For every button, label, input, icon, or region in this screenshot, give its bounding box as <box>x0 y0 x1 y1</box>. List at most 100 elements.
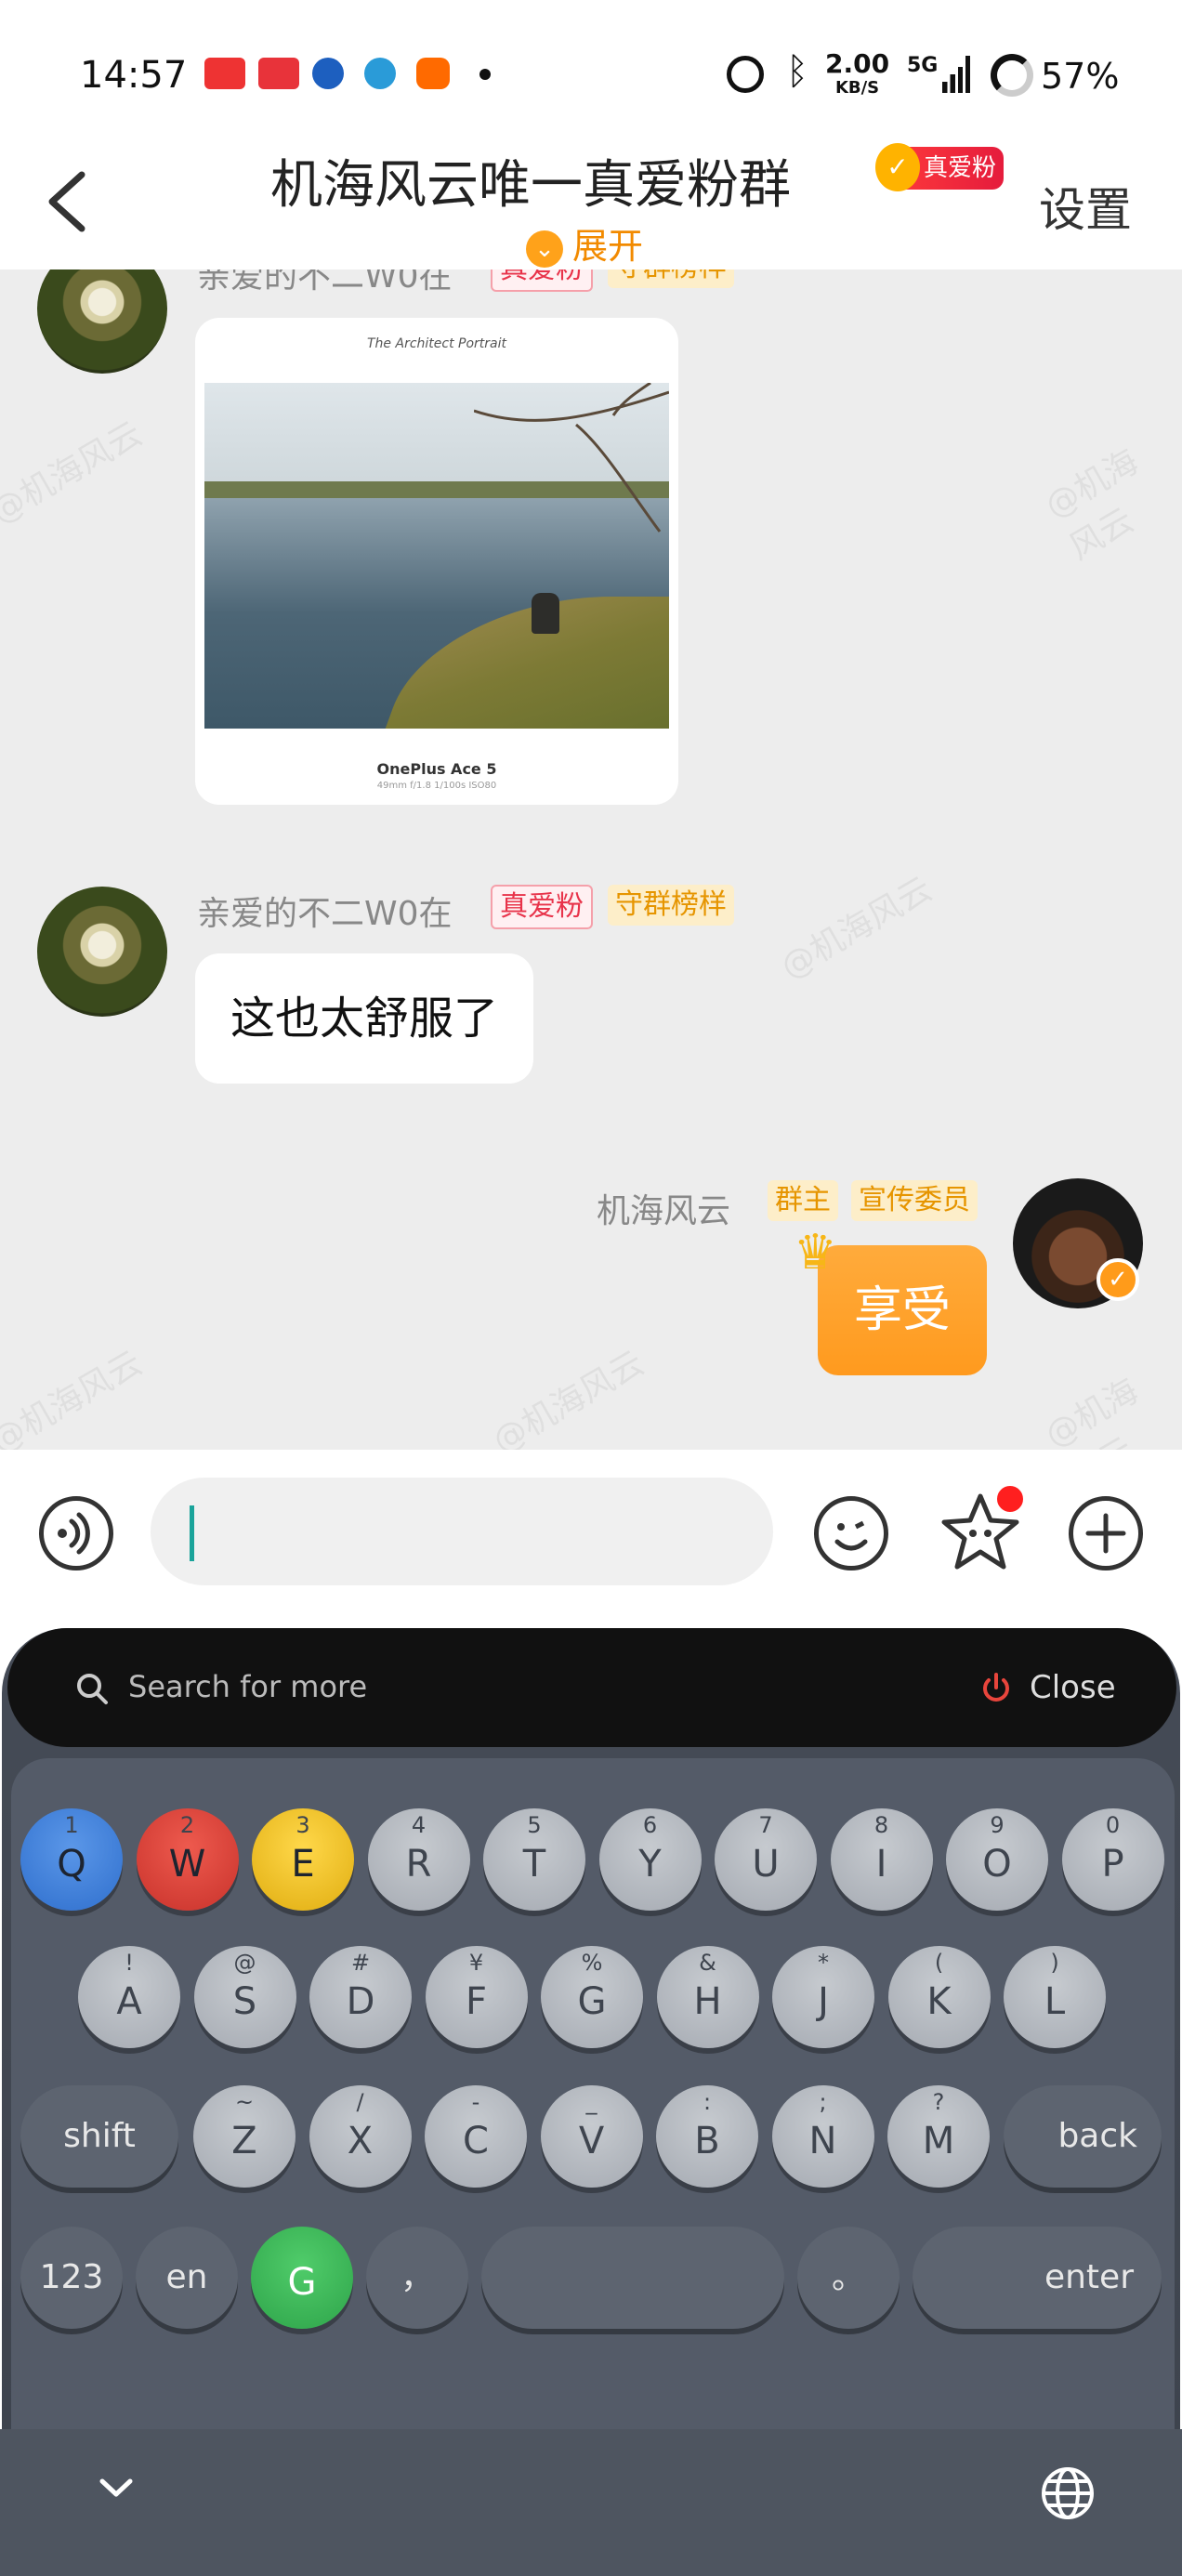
tag-role: 宣传委员 <box>851 1180 978 1221</box>
crown-icon: ♛ <box>794 1225 837 1281</box>
close-button[interactable]: Close <box>1030 1669 1116 1706</box>
chat-area[interactable]: @机海风云 @机海风云 @机海风云 @机海风云 @机海风云 @机海风云 亲爱的不… <box>0 269 1182 1450</box>
g-key[interactable]: G <box>251 2227 353 2329</box>
search-placeholder: Search for more <box>128 1669 368 1704</box>
key-secondary-symbol: ) <box>1050 1950 1059 1976</box>
watermark: @机海风云 <box>0 414 149 532</box>
numbers-key[interactable]: 123 <box>20 2227 123 2329</box>
key-secondary-symbol: _ <box>585 2089 598 2115</box>
image-message[interactable]: The Architect Portrait OnePlus Ace 5 49m… <box>195 318 678 805</box>
key-secondary-symbol: 1 <box>64 1812 79 1838</box>
key-g[interactable]: % G <box>541 1946 643 2048</box>
sender-avatar[interactable] <box>37 269 167 374</box>
sender-name: 机海风云 <box>597 1192 731 1230</box>
backspace-key[interactable]: back <box>1004 2085 1162 2188</box>
key-u[interactable]: 7U <box>715 1808 817 1911</box>
watermark: @机海风云 <box>0 1344 149 1450</box>
keyboard-bottom-bar <box>0 2429 1182 2576</box>
app-icon <box>312 58 344 89</box>
keyboard: Search for more Close shift back 123 en … <box>0 1611 1182 2576</box>
key-secondary-symbol: ! <box>125 1950 134 1976</box>
alipay-icon <box>204 58 245 89</box>
key-z[interactable]: ~ Z <box>193 2085 296 2188</box>
key-secondary-symbol: / <box>356 2089 364 2115</box>
key-secondary-symbol: ~ <box>234 2089 255 2115</box>
photo-spec: 49mm f/1.8 1/100s ISO80 <box>376 781 497 791</box>
chevron-down-icon: ⌄ <box>526 230 563 268</box>
plus-icon[interactable] <box>1069 1496 1143 1571</box>
key-e[interactable]: 3E <box>252 1808 354 1911</box>
key-a[interactable]: ! A <box>78 1946 180 2048</box>
key-secondary-symbol: @ <box>233 1950 256 1976</box>
lake-photo <box>204 383 669 729</box>
key-secondary-symbol: 6 <box>642 1812 658 1838</box>
key-m[interactable]: ? M <box>887 2085 990 2188</box>
space-key[interactable] <box>481 2227 784 2329</box>
watermark: @机海风云 <box>486 1344 650 1450</box>
enter-key[interactable]: enter <box>913 2227 1162 2329</box>
key-secondary-symbol: * <box>818 1950 829 1976</box>
key-secondary-symbol: - <box>471 2089 480 2115</box>
key-secondary-symbol: 3 <box>296 1812 310 1838</box>
key-secondary-symbol: ? <box>932 2089 945 2115</box>
sender-name: 亲爱的不二W0在 <box>197 269 453 296</box>
key-j[interactable]: * J <box>772 1946 874 2048</box>
key-s[interactable]: @ S <box>193 1946 296 2048</box>
key-d[interactable]: # D <box>309 1946 412 2048</box>
key-i[interactable]: 8I <box>830 1808 933 1911</box>
key-v[interactable]: _ V <box>540 2085 643 2188</box>
comma-key[interactable]: ， <box>366 2227 468 2329</box>
key-c[interactable]: -C <box>425 2085 527 2188</box>
my-message-bubble[interactable]: 享受 <box>818 1245 987 1375</box>
emoji-icon[interactable] <box>814 1496 888 1571</box>
network-speed: 2.00 KB/S <box>825 48 890 99</box>
sender-avatar[interactable] <box>37 887 167 1017</box>
key-t[interactable]: 5T <box>483 1808 585 1911</box>
key-y[interactable]: 6Y <box>598 1808 702 1911</box>
key-secondary-symbol: ( <box>934 1950 944 1976</box>
key-secondary-symbol: 2 <box>179 1812 195 1838</box>
settings-button[interactable]: 设置 <box>1039 173 1132 240</box>
chevron-down-icon[interactable] <box>93 2470 139 2507</box>
key-r[interactable]: 4R <box>367 1808 470 1911</box>
period-key[interactable]: 。 <box>797 2227 900 2329</box>
key-secondary-symbol: % <box>581 1950 603 1976</box>
language-key[interactable]: en <box>136 2227 238 2329</box>
keyboard-search-bar[interactable]: Search for more Close <box>7 1628 1176 1747</box>
app-icon <box>416 58 450 89</box>
tag-role: 守群榜样 <box>608 885 734 926</box>
key-secondary-symbol: 7 <box>758 1812 773 1838</box>
key-h[interactable]: & H <box>656 1946 759 2048</box>
key-secondary-symbol: ; <box>819 2089 827 2115</box>
key-f[interactable]: ¥ F <box>425 1946 528 2048</box>
globe-icon[interactable] <box>1039 2464 1097 2522</box>
key-b[interactable]: :B <box>656 2085 758 2188</box>
watermark: @机海风云 <box>774 870 939 987</box>
key-k[interactable]: (K <box>887 1946 991 2048</box>
key-w[interactable]: 2W <box>136 1808 239 1911</box>
key-secondary-symbol: # <box>350 1950 371 1976</box>
message-input[interactable] <box>151 1478 773 1585</box>
voice-icon[interactable] <box>39 1496 113 1571</box>
watermark: @机海风云 <box>1039 442 1146 568</box>
key-secondary-symbol: ¥ <box>468 1950 484 1976</box>
key-q[interactable]: 1Q <box>20 1808 123 1911</box>
key-p[interactable]: 0P <box>1061 1808 1164 1911</box>
key-secondary-symbol: & <box>699 1950 716 1976</box>
power-icon <box>983 1673 1009 1702</box>
tag-role: 守群榜样 <box>608 269 734 288</box>
notification-dot <box>994 1483 1026 1515</box>
toutiao-icon <box>258 58 299 89</box>
bluetooth-icon: ᛒ <box>786 50 808 93</box>
key-l[interactable]: ) L <box>1004 1946 1106 2048</box>
tag-owner: 群主 <box>768 1180 838 1221</box>
key-o[interactable]: 9O <box>946 1808 1048 1911</box>
shift-key[interactable]: shift <box>20 2085 178 2188</box>
key-n[interactable]: ; N <box>771 2085 874 2188</box>
message-bubble[interactable]: 这也太舒服了 <box>195 953 534 1084</box>
key-x[interactable]: / X <box>309 2085 412 2188</box>
expand-button[interactable]: ⌄ 展开 <box>526 217 643 269</box>
key-secondary-symbol: 8 <box>873 1812 889 1838</box>
watermark: @机海风云 <box>1039 1372 1146 1450</box>
status-bar: 14:57 ᛒ 2.00 KB/S 5G 57% <box>0 0 1182 139</box>
